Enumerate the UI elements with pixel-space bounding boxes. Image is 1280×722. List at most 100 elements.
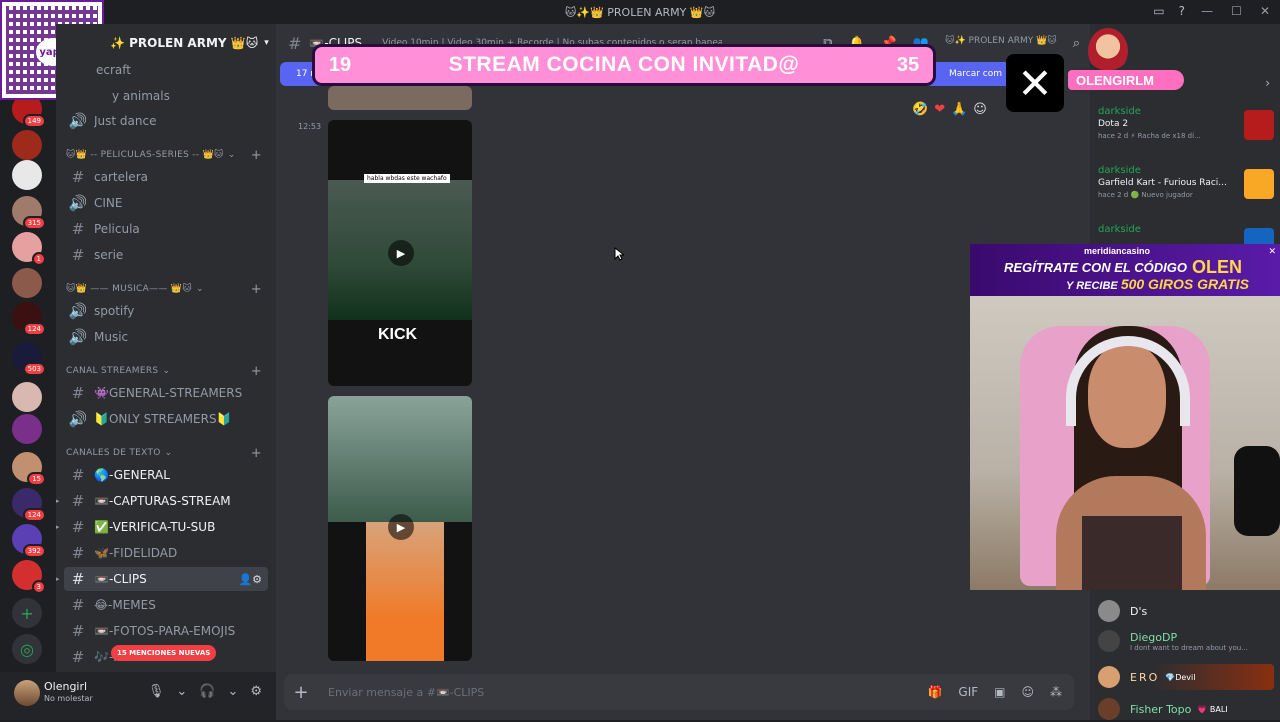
channel-item[interactable]: # 🦋-FIDELIDAD xyxy=(64,541,268,565)
channel-item[interactable]: # serie xyxy=(64,243,268,267)
discover-icon[interactable]: ◎ xyxy=(12,634,42,664)
activity-item[interactable]: darkside Dota 2 hace 2 d ⚡ Racha de x18 … xyxy=(1098,106,1274,158)
channel-item[interactable]: # 📼-FOTOS-PARA-EMOJIS xyxy=(64,619,268,643)
close-icon[interactable]: ✕ xyxy=(1268,246,1276,257)
server-header[interactable]: ✨ PROLEN ARMY 👑🐱 ▾ 👤+ xyxy=(110,24,276,62)
channel-settings-icon[interactable]: 👤⚙ xyxy=(238,573,262,586)
chevron-down-icon: ⌄ xyxy=(162,366,171,376)
server-icon[interactable]: 124 xyxy=(12,488,46,522)
add-channel-icon[interactable]: + xyxy=(251,364,262,379)
counter-right: 35 xyxy=(896,53,920,76)
channel-item[interactable]: y animals xyxy=(108,84,276,108)
add-channel-icon[interactable]: + xyxy=(251,282,262,297)
category-streamers[interactable]: CANAL STREAMERS ⌄ + xyxy=(66,363,266,379)
casino-code: OLEN xyxy=(1192,257,1243,277)
channel-item[interactable]: # 👾GENERAL-STREAMERS xyxy=(64,381,268,405)
server-icon[interactable]: 503 xyxy=(12,342,46,376)
channel-item[interactable]: # 😂-MEMES xyxy=(64,593,268,617)
chevron-right-icon[interactable]: › xyxy=(1265,76,1270,90)
play-icon[interactable]: ▶ xyxy=(388,240,414,266)
server-icon[interactable] xyxy=(12,130,42,160)
headphones-icon[interactable]: 🎧 xyxy=(199,684,215,699)
channel-item-active[interactable]: ▶ # 📼-CLIPS 👤⚙ xyxy=(56,567,268,591)
play-icon[interactable]: ▶ xyxy=(388,514,414,540)
close-icon[interactable]: ✕ xyxy=(1260,4,1270,18)
gear-icon[interactable]: ⚙ xyxy=(250,684,262,699)
member-item[interactable]: Fisher Topo 💗 BALI xyxy=(1098,696,1274,722)
help-icon[interactable]: ? xyxy=(1179,4,1185,18)
window-controls: — ☐ ✕ xyxy=(1201,4,1270,18)
add-server-icon[interactable]: + xyxy=(12,598,42,628)
activity-item[interactable]: darkside Garfield Kart - Furious Raci...… xyxy=(1098,165,1274,217)
channel-item[interactable]: 🔊 CINE xyxy=(64,191,268,215)
speaker-icon: 🔊 xyxy=(68,410,88,428)
microphone-icon[interactable]: 🎙 xyxy=(148,684,165,699)
hash-icon: # xyxy=(71,648,85,666)
inbox-icon[interactable]: ▭ xyxy=(1153,4,1164,18)
server-icon[interactable]: 1 xyxy=(12,232,46,266)
thread-arrow-icon: ▶ xyxy=(56,497,60,505)
search-icon[interactable]: ⌕ xyxy=(1073,36,1080,51)
category-musica[interactable]: 🐱👑 —— MUSICA—— 👑🐱 ⌄ + xyxy=(66,281,266,297)
streamer-avatar-icon xyxy=(1088,28,1128,74)
stream-title-bar: 19 STREAM COCINA CON INVITAD@ 35 xyxy=(312,44,936,86)
server-icon[interactable] xyxy=(12,268,42,298)
video-attachment[interactable] xyxy=(328,86,472,110)
category-peliculas[interactable]: 🐱👑 -- PELICULAS-SERIES -- 👑🐱 ⌄ + xyxy=(66,147,266,163)
channel-item[interactable]: ▶ # ✅-VERIFICA-TU-SUB xyxy=(56,515,268,539)
channel-item[interactable]: ▶ # 📼-CAPTURAS-STREAM xyxy=(56,489,268,513)
video-attachment[interactable]: ▶ xyxy=(328,396,472,661)
avatar[interactable] xyxy=(14,680,40,706)
maximize-icon[interactable]: ☐ xyxy=(1231,4,1242,18)
server-icon[interactable]: 15 xyxy=(12,452,46,486)
hash-icon: # xyxy=(71,570,85,588)
channel-item[interactable]: # Pelicula xyxy=(64,217,268,241)
channel-item[interactable]: # 🌎-GENERAL xyxy=(64,463,268,487)
new-mentions-pill[interactable]: 15 MENCIONES NUEVAS xyxy=(111,645,217,661)
server-icon[interactable] xyxy=(12,382,42,412)
category-texto[interactable]: CANALES DE TEXTO ⌄ + xyxy=(66,445,266,461)
add-channel-icon[interactable]: + xyxy=(251,446,262,461)
emoji-icon[interactable]: ☺ xyxy=(1021,685,1034,699)
add-channel-icon[interactable]: + xyxy=(251,148,262,163)
channel-item[interactable]: ecraft xyxy=(92,58,276,82)
channel-item[interactable]: 🔊 Just dance xyxy=(64,109,268,133)
laugh-emoji-icon[interactable]: 🤣 xyxy=(912,102,928,117)
channel-item[interactable]: # cartelera xyxy=(64,165,268,189)
hash-icon: # xyxy=(71,246,85,264)
header-search-text[interactable]: 🐱✨ PROLEN ARMY 👑🐱 xyxy=(945,36,1057,51)
chevron-down-icon[interactable]: ▾ xyxy=(264,38,269,48)
server-icon[interactable]: 392 xyxy=(12,524,46,558)
attach-icon[interactable]: + xyxy=(284,682,318,703)
gif-icon[interactable]: GIF xyxy=(958,685,978,699)
title-bar: 🐱✨👑 PROLEN ARMY 👑🐱 ▭ ? — ☐ ✕ xyxy=(0,0,1280,24)
apps-icon[interactable]: ⁂ xyxy=(1050,685,1062,699)
chevron-down-icon[interactable]: ⌄ xyxy=(176,684,187,699)
member-item[interactable]: ERO 💎Devil xyxy=(1098,664,1274,690)
gift-icon[interactable]: 🎁 xyxy=(927,685,942,699)
sticker-icon[interactable]: ▣ xyxy=(994,685,1005,699)
server-icon[interactable]: 3 xyxy=(12,560,46,594)
server-icon[interactable] xyxy=(12,160,42,190)
minimize-icon[interactable]: — xyxy=(1201,4,1213,18)
reaction-bar: 🤣 ❤ 🙏 ☺ xyxy=(912,102,987,117)
add-reaction-icon[interactable]: ☺ xyxy=(973,102,987,117)
pray-emoji-icon[interactable]: 🙏 xyxy=(951,102,967,117)
channel-item[interactable]: 🔊 Music xyxy=(64,325,268,349)
heart-icon[interactable]: ❤ xyxy=(934,102,945,117)
server-icon[interactable]: 315 xyxy=(12,196,46,230)
chat-main: # 📼-CLIPS Video 10min | Video 30min + Re… xyxy=(276,24,1090,720)
channel-sidebar: ✨ PROLEN ARMY 👑🐱 ▾ 👤+ ecraft y animals 🔊… xyxy=(56,24,276,672)
message-composer[interactable]: + Enviar mensaje a #📼-CLIPS 🎁 GIF ▣ ☺ ⁂ xyxy=(284,674,1074,710)
video-attachment[interactable]: habla wbdas este wachafo ▶ KICK xyxy=(328,120,472,386)
message-input[interactable]: Enviar mensaje a #📼-CLIPS xyxy=(328,686,484,699)
channel-item[interactable]: 🔊 🔰ONLY STREAMERS🔰 xyxy=(64,407,268,431)
user-panel: Olengirl No molestar 🎙 ⌄ 🎧 ⌄ ⚙ xyxy=(0,672,276,720)
server-icon[interactable] xyxy=(12,414,42,444)
channel-item[interactable]: 🔊 spotify xyxy=(64,299,268,323)
member-item[interactable]: D's xyxy=(1098,598,1274,624)
mark-read-button[interactable]: Marcar com xyxy=(949,69,1002,79)
member-item[interactable]: DiegoDP I dont want to dream about you..… xyxy=(1098,628,1274,654)
server-icon[interactable]: 124 xyxy=(12,302,46,336)
chevron-down-icon[interactable]: ⌄ xyxy=(227,684,238,699)
